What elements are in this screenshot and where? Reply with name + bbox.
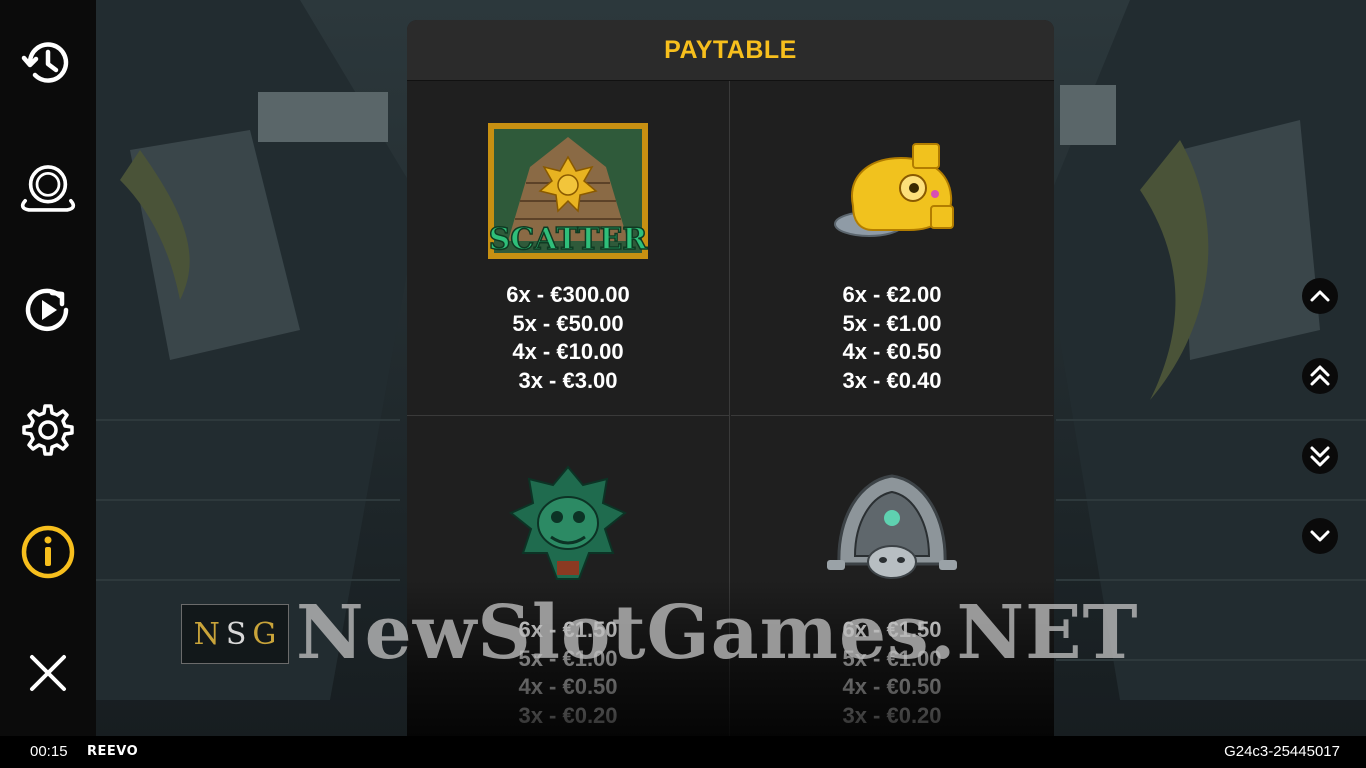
gold-frog-symbol — [811, 121, 973, 261]
watermark-text: NewSlotGames.NET — [296, 590, 1139, 676]
coin-stack-icon — [20, 165, 76, 212]
paytable-title: PAYTABLE — [664, 36, 797, 64]
settings-button[interactable] — [16, 398, 80, 462]
close-button[interactable] — [16, 641, 80, 705]
settings-gear-icon — [22, 404, 74, 456]
bet-button[interactable] — [16, 156, 80, 220]
close-icon — [30, 655, 66, 691]
watermark-logo-letter: S — [225, 616, 247, 652]
paytable-cell-silver-mask: 6x - €1.50 5x - €1.00 4x - €0.50 3x - €0… — [731, 416, 1053, 736]
paytable-cell-jade-mask: 6x - €1.50 5x - €1.00 4x - €0.50 3x - €0… — [407, 416, 730, 736]
provider-logo: REEVO — [87, 744, 139, 759]
scroll-page-down-button[interactable] — [1302, 438, 1338, 474]
paytable-cell-gold-frog: 6x - €2.00 5x - €1.00 4x - €0.50 3x - €0… — [731, 81, 1053, 416]
watermark-logo-letter: G — [252, 616, 277, 652]
pay-line: 6x - €2.00 — [842, 282, 942, 307]
history-button[interactable] — [16, 31, 80, 95]
gold-frog-pays: 6x - €2.00 5x - €1.00 4x - €0.50 3x - €0… — [731, 281, 1053, 395]
autoplay-button[interactable] — [16, 278, 80, 342]
scatter-symbol-label: SCATTER — [489, 222, 648, 257]
chevron-up-icon — [1310, 290, 1330, 302]
pay-line: 3x - €3.00 — [518, 367, 618, 393]
scroll-down-button[interactable] — [1302, 518, 1338, 554]
scroll-page-up-button[interactable] — [1302, 358, 1338, 394]
info-icon — [21, 525, 75, 579]
pay-line: 5x - €1.00 — [842, 310, 942, 336]
pay-line: 4x - €0.50 — [842, 339, 942, 364]
scatter-pays: 6x - €300.00 5x - €50.00 4x - €10.00 3x … — [407, 281, 729, 395]
jade-mask-symbol — [487, 456, 649, 596]
autoplay-icon — [25, 288, 69, 332]
paytable-header: PAYTABLE — [407, 20, 1054, 81]
sidebar — [0, 0, 96, 736]
pay-line: 3x - €0.20 — [842, 702, 942, 728]
watermark-logo-letter: N — [193, 616, 220, 652]
scatter-symbol: SCATTER — [487, 121, 649, 261]
pay-line: 5x - €50.00 — [512, 310, 624, 336]
pay-line: 4x - €10.00 — [512, 339, 624, 364]
paytable-cell-scatter: SCATTER 6x - €300.00 5x - €50.00 4x - €1… — [407, 81, 730, 416]
pay-line: 6x - €300.00 — [506, 282, 630, 307]
watermark-logo: N S G — [181, 604, 289, 664]
double-chevron-down-icon — [1310, 446, 1330, 467]
clock: 00:15 — [30, 743, 68, 760]
pay-line: 4x - €0.50 — [518, 674, 618, 699]
bottom-status-bar: 00:15 REEVO G24c3-25445017 — [0, 736, 1366, 768]
session-id: G24c3-25445017 — [1224, 743, 1340, 760]
silver-mask-symbol — [811, 456, 973, 596]
scroll-up-button[interactable] — [1302, 278, 1338, 314]
chevron-down-icon — [1310, 530, 1330, 542]
double-chevron-up-icon — [1310, 365, 1330, 386]
pay-line: 3x - €0.20 — [518, 702, 618, 728]
info-button[interactable] — [16, 520, 80, 584]
pay-line: 3x - €0.40 — [842, 367, 942, 393]
pay-line: 4x - €0.50 — [842, 674, 942, 699]
history-icon — [21, 42, 69, 83]
